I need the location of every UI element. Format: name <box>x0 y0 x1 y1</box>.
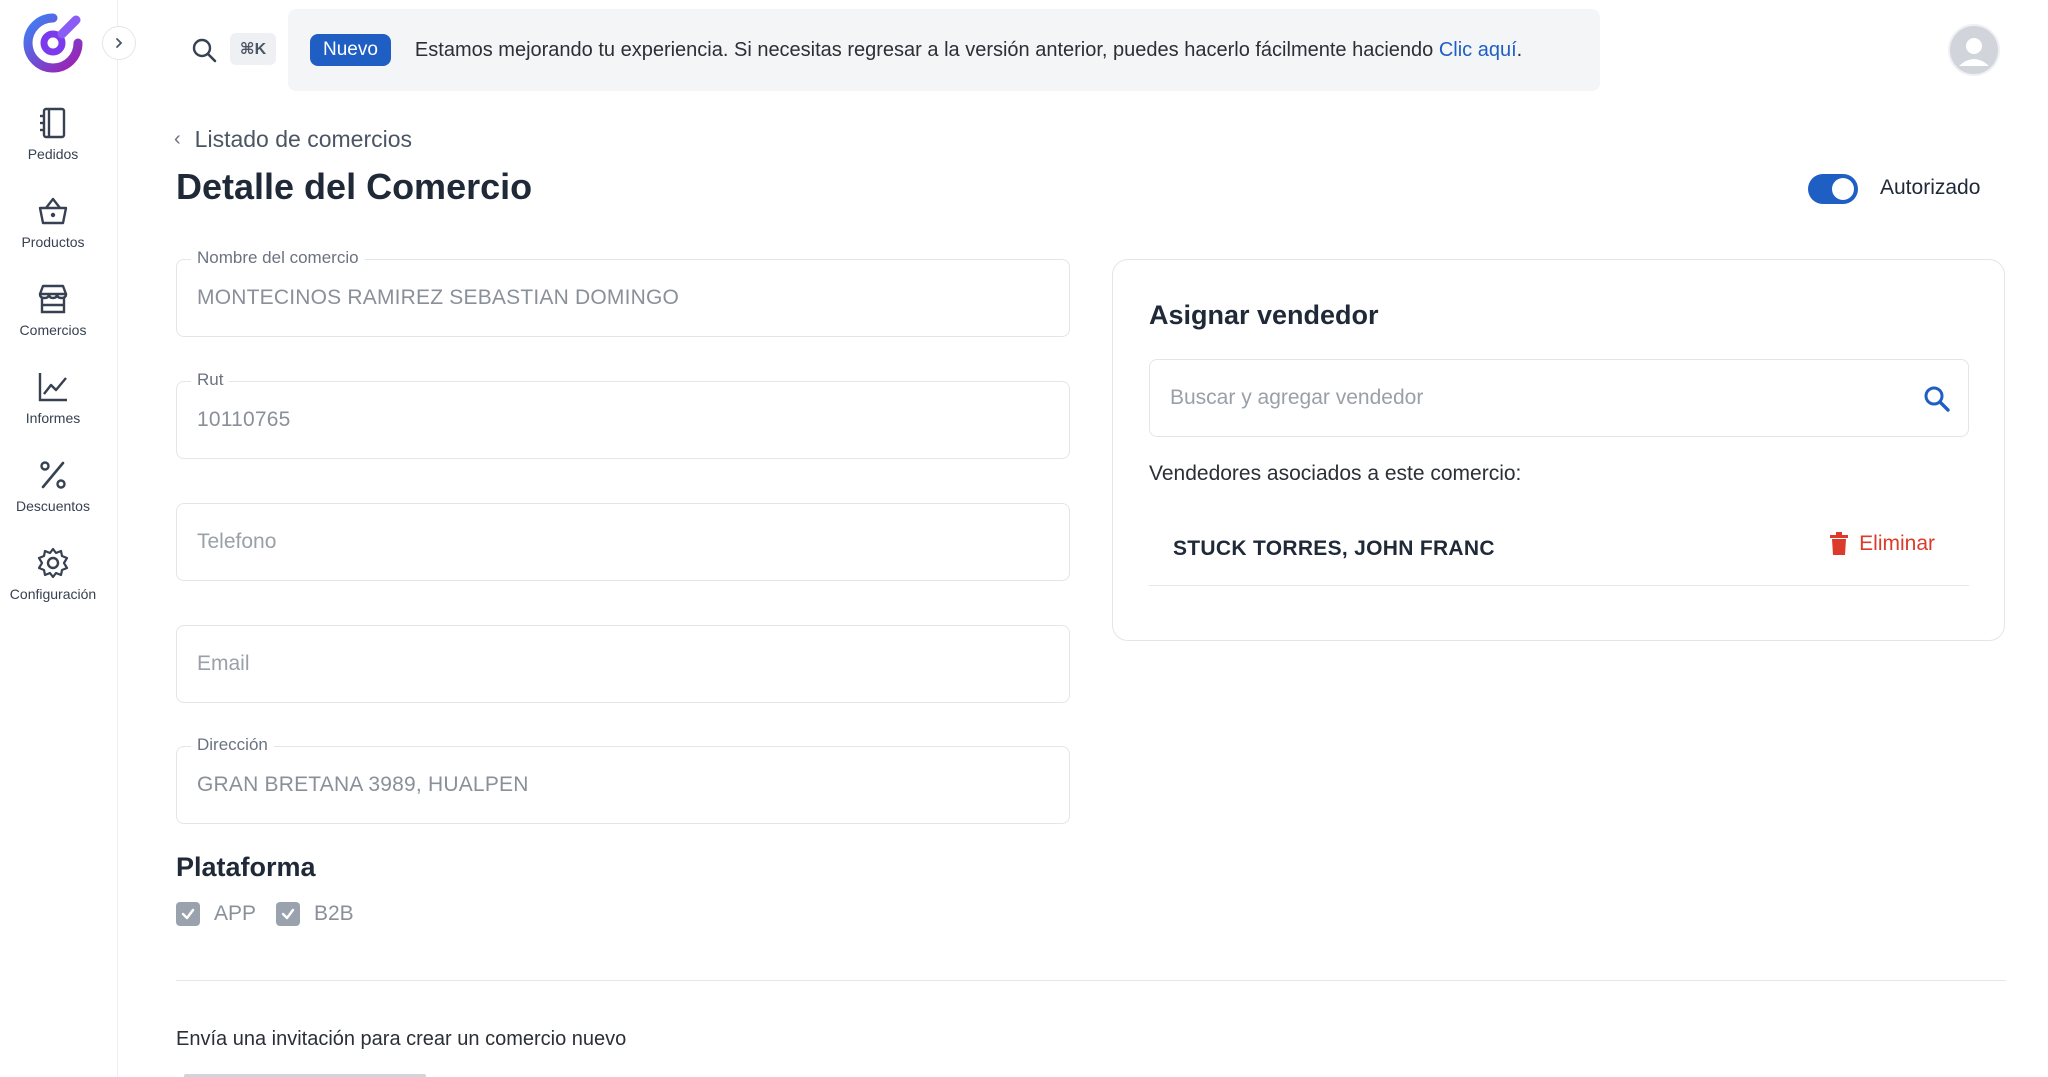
keyboard-shortcut-badge: ⌘K <box>230 33 276 65</box>
update-banner: Nuevo Estamos mejorando tu experiencia. … <box>288 9 1600 91</box>
basket-icon <box>38 197 68 225</box>
b2b-checkbox[interactable] <box>276 902 300 926</box>
delete-vendor-button[interactable]: Eliminar <box>1829 532 1935 556</box>
field-label: Dirección <box>191 735 274 755</box>
toggle-knob <box>1832 178 1854 200</box>
global-search-button[interactable] <box>190 36 218 64</box>
app-logo[interactable] <box>22 12 84 74</box>
sidebar-item-productos[interactable]: Productos <box>0 194 106 250</box>
sidebar-item-pedidos[interactable]: Pedidos <box>0 106 106 162</box>
banner-message: Estamos mejorando tu experiencia. Si nec… <box>415 39 1522 62</box>
chevron-left-icon: ‹ <box>174 128 181 150</box>
percent-icon <box>40 461 66 489</box>
business-name-field[interactable]: Nombre del comercio MONTECINOS RAMIREZ S… <box>176 248 1070 337</box>
associated-vendors-label: Vendedores asociados a este comercio: <box>1149 462 1522 485</box>
chevron-right-icon <box>116 38 123 48</box>
search-icon <box>192 38 217 63</box>
avatar[interactable] <box>1948 24 2000 76</box>
vendor-search[interactable] <box>1149 359 1969 437</box>
check-icon <box>181 908 195 920</box>
app-checkbox-label: APP <box>214 902 257 925</box>
new-badge: Nuevo <box>310 34 391 66</box>
vendor-name: STUCK TORRES, JOHN FRANC <box>1173 537 1495 560</box>
trash-icon <box>1830 532 1849 555</box>
field-label: Nombre del comercio <box>191 248 365 268</box>
vendor-row: STUCK TORRES, JOHN FRANC Eliminar <box>1149 510 1969 586</box>
delete-label: Eliminar <box>1859 532 1935 555</box>
sidebar-item-label: Informes <box>25 410 81 426</box>
field-placeholder: Email <box>197 652 250 675</box>
field-value: MONTECINOS RAMIREZ SEBASTIAN DOMINGO <box>197 286 680 309</box>
rut-field[interactable]: Rut 10110765 <box>176 370 1070 459</box>
invite-text: Envía una invitación para crear un comer… <box>176 1028 627 1050</box>
vendor-search-input[interactable] <box>1150 360 1910 435</box>
sidebar-item-label: Configuración <box>9 586 97 602</box>
banner-suffix: . <box>1516 38 1523 61</box>
section-divider <box>176 980 2006 981</box>
sidebar-item-label: Descuentos <box>16 498 90 514</box>
sidebar-expand-button[interactable] <box>102 26 136 60</box>
field-label: Rut <box>191 370 230 390</box>
b2b-checkbox-label: B2B <box>314 902 354 925</box>
page-title: Detalle del Comercio <box>176 166 533 207</box>
field-placeholder: Telefono <box>197 530 277 553</box>
chart-line-icon <box>38 373 67 402</box>
sidebar-item-comercios[interactable]: Comercios <box>0 282 106 338</box>
notebook-icon <box>40 107 66 139</box>
search-icon[interactable] <box>1922 384 1952 414</box>
sidebar-item-label: Comercios <box>19 322 87 338</box>
sidebar-item-informes[interactable]: Informes <box>0 370 106 426</box>
sidebar-item-configuracion[interactable]: Configuración <box>0 546 106 602</box>
field-value: 10110765 <box>197 408 291 431</box>
card-title: Asignar vendedor <box>1149 300 1379 330</box>
revert-version-link[interactable]: Clic aquí <box>1439 39 1517 61</box>
gear-icon <box>37 547 69 579</box>
sidebar: Pedidos Productos Comercios Informes Des… <box>0 0 118 1077</box>
authorized-toggle[interactable] <box>1808 174 1858 204</box>
sidebar-item-descuentos[interactable]: Descuentos <box>0 458 106 514</box>
email-field[interactable]: Email <box>176 625 1070 703</box>
assign-vendor-card: Asignar vendedor Vendedores asociados a … <box>1112 259 2005 641</box>
banner-text: Estamos mejorando tu experiencia. Si nec… <box>414 38 1439 61</box>
address-field[interactable]: Dirección GRAN BRETANA 3989, HUALPEN <box>176 735 1070 824</box>
phone-field[interactable]: Telefono <box>176 503 1070 581</box>
sidebar-item-label: Productos <box>21 234 85 250</box>
authorized-label: Autorizado <box>1880 176 1981 199</box>
store-icon <box>38 284 68 314</box>
breadcrumb-link[interactable]: Listado de comercios <box>195 126 412 153</box>
app-checkbox[interactable] <box>176 902 200 926</box>
platform-title: Plataforma <box>176 852 316 882</box>
check-icon <box>281 908 295 920</box>
user-icon <box>1959 38 1989 66</box>
breadcrumb[interactable]: ‹ Listado de comercios <box>174 126 412 153</box>
sidebar-item-label: Pedidos <box>27 146 79 162</box>
field-value: GRAN BRETANA 3989, HUALPEN <box>197 773 529 796</box>
